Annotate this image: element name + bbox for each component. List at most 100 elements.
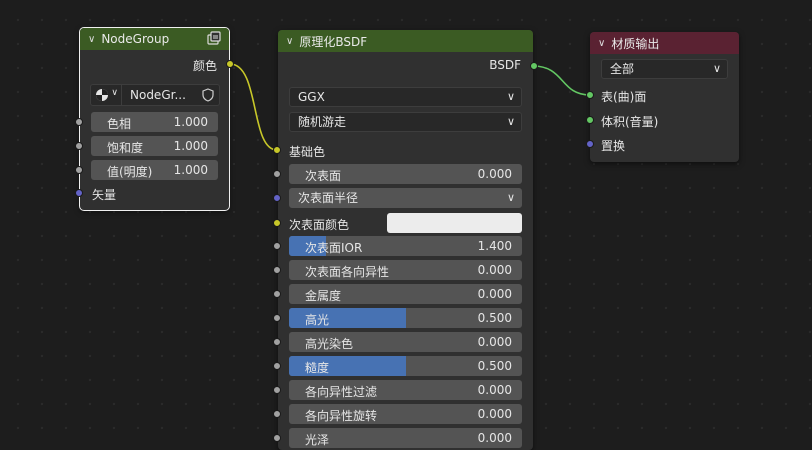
field-label: 高光染色 (305, 337, 354, 351)
field-label: 糙度 (305, 361, 330, 375)
target-dropdown[interactable]: 全部 ∨ (601, 59, 728, 79)
field-value: 1.000 (173, 115, 208, 129)
displacement-socket[interactable] (586, 140, 594, 148)
slider-socket[interactable] (273, 242, 281, 250)
field-label: 饱和度 (107, 141, 144, 155)
slider-field[interactable]: 高光 0.500 (289, 308, 522, 328)
slider-field[interactable]: 光泽 0.000 (289, 428, 522, 448)
chevron-down-icon: ∨ (111, 88, 118, 98)
surface-label: 表(曲)面 (601, 90, 647, 104)
surface-socket[interactable] (586, 91, 594, 99)
bsdf-output-socket[interactable] (530, 62, 538, 70)
bsdf-output-label: BSDF (489, 58, 521, 72)
chevron-down-icon: ∨ (506, 90, 515, 103)
input-socket[interactable] (75, 166, 83, 174)
field-value: 1.400 (477, 239, 512, 253)
field-label: 各向异性旋转 (305, 409, 378, 423)
field-value: 0.000 (477, 263, 512, 277)
group-selector[interactable]: ∨ NodeGr... (90, 84, 220, 106)
volume-socket[interactable] (586, 116, 594, 124)
collapse-chevron-icon[interactable]: ∨ (88, 34, 95, 45)
slider-field[interactable]: 次表面各向异性 0.000 (289, 260, 522, 280)
output-color-socket[interactable] (226, 60, 234, 68)
slider-field[interactable]: 次表面IOR 1.400 (289, 236, 522, 256)
input-field[interactable]: 色相 1.000 (91, 112, 218, 132)
nodegroup-header[interactable]: ∨ NodeGroup (80, 28, 229, 50)
input-field[interactable]: 饱和度 1.000 (91, 136, 218, 156)
input-socket[interactable] (75, 142, 83, 150)
slider-socket[interactable] (273, 266, 281, 274)
subsurface-color-socket[interactable] (273, 219, 281, 227)
slider-socket[interactable] (273, 290, 281, 298)
collapse-chevron-icon[interactable]: ∨ (286, 36, 293, 47)
slider-field[interactable]: 各向异性过滤 0.000 (289, 380, 522, 400)
principled-bsdf-node[interactable]: ∨ 原理化BSDF BSDF GGX ∨ 随机游走 ∨ 基础色 次表面 0.00… (273, 30, 538, 450)
material-output-node[interactable]: ∨ 材质输出 全部 ∨ 表(曲)面 体积(音量) 置换 (586, 32, 739, 162)
input-field[interactable]: 值(明度) 1.000 (91, 160, 218, 180)
subsurface-radius-socket[interactable] (273, 194, 281, 202)
group-name-field[interactable]: NodeGr... (122, 84, 220, 106)
subsurface-socket[interactable] (273, 170, 281, 178)
distribution-dropdown[interactable]: GGX ∨ (289, 87, 522, 107)
node-title: 材质输出 (611, 36, 660, 51)
field-value: 1.000 (173, 163, 208, 177)
link-color-to-basecolor[interactable] (229, 63, 278, 151)
subsurface-method-dropdown[interactable]: 随机游走 ∨ (289, 112, 522, 132)
field-value: 0.500 (477, 359, 512, 373)
chevron-down-icon: ∨ (712, 62, 721, 75)
subsurface-color-label: 次表面颜色 (289, 218, 350, 232)
target-value: 全部 (610, 62, 635, 76)
subsurface-radius-label: 次表面半径 (298, 191, 359, 205)
slider-socket[interactable] (273, 386, 281, 394)
base-color-socket[interactable] (273, 146, 281, 154)
link-bsdf-to-surface[interactable] (532, 65, 591, 96)
field-label: 金属度 (305, 289, 342, 303)
node-tree-icon[interactable] (207, 31, 221, 45)
collapse-chevron-icon[interactable]: ∨ (598, 38, 605, 49)
node-title: NodeGroup (101, 32, 170, 46)
distribution-value: GGX (298, 90, 325, 104)
displacement-label: 置换 (601, 139, 626, 153)
node-group-icon (96, 89, 108, 101)
volume-label: 体积(音量) (601, 115, 659, 129)
slider-field[interactable]: 高光染色 0.000 (289, 332, 522, 352)
slider-field[interactable]: 各向异性旋转 0.000 (289, 404, 522, 424)
field-value: 0.000 (477, 287, 512, 301)
nodegroup-node[interactable]: ∨ NodeGroup 颜色 ∨ NodeGr... 色相 1.000 饱和度 … (75, 27, 234, 211)
field-label: 次表面各向异性 (305, 265, 390, 279)
field-value: 1.000 (173, 139, 208, 153)
output-color-label: 颜色 (192, 59, 217, 73)
field-value: 0.000 (477, 167, 512, 181)
chevron-down-icon: ∨ (506, 115, 515, 128)
field-label: 色相 (107, 117, 132, 131)
slider-socket[interactable] (273, 314, 281, 322)
field-value: 0.000 (477, 431, 512, 445)
subsurface-radius-dropdown[interactable]: 次表面半径 ∨ (289, 188, 522, 208)
slider-field[interactable]: 糙度 0.500 (289, 356, 522, 376)
bsdf-header[interactable]: ∨ 原理化BSDF (278, 30, 533, 52)
field-value: 0.000 (477, 407, 512, 421)
field-value: 0.000 (477, 335, 512, 349)
slider-socket[interactable] (273, 410, 281, 418)
fake-user-shield-icon[interactable] (201, 88, 215, 102)
group-browse-button[interactable]: ∨ (90, 84, 122, 106)
field-label: 次表面IOR (305, 241, 363, 255)
field-label: 各向异性过滤 (305, 385, 378, 399)
field-label: 值(明度) (107, 165, 153, 179)
slider-socket[interactable] (273, 338, 281, 346)
subsurface-field[interactable]: 次表面 0.000 (289, 164, 522, 184)
field-value: 0.500 (477, 311, 512, 325)
slider-socket[interactable] (273, 362, 281, 370)
output-header[interactable]: ∨ 材质输出 (590, 32, 739, 54)
vector-input-socket[interactable] (75, 189, 83, 197)
field-label: 高光 (305, 313, 330, 327)
slider-socket[interactable] (273, 434, 281, 442)
node-title: 原理化BSDF (299, 34, 368, 49)
slider-field[interactable]: 金属度 0.000 (289, 284, 522, 304)
field-label: 光泽 (305, 433, 330, 447)
field-value: 0.000 (477, 383, 512, 397)
field-label: 次表面 (305, 169, 342, 183)
input-socket[interactable] (75, 118, 83, 126)
base-color-label: 基础色 (289, 145, 326, 159)
subsurface-color-swatch[interactable] (387, 213, 522, 233)
